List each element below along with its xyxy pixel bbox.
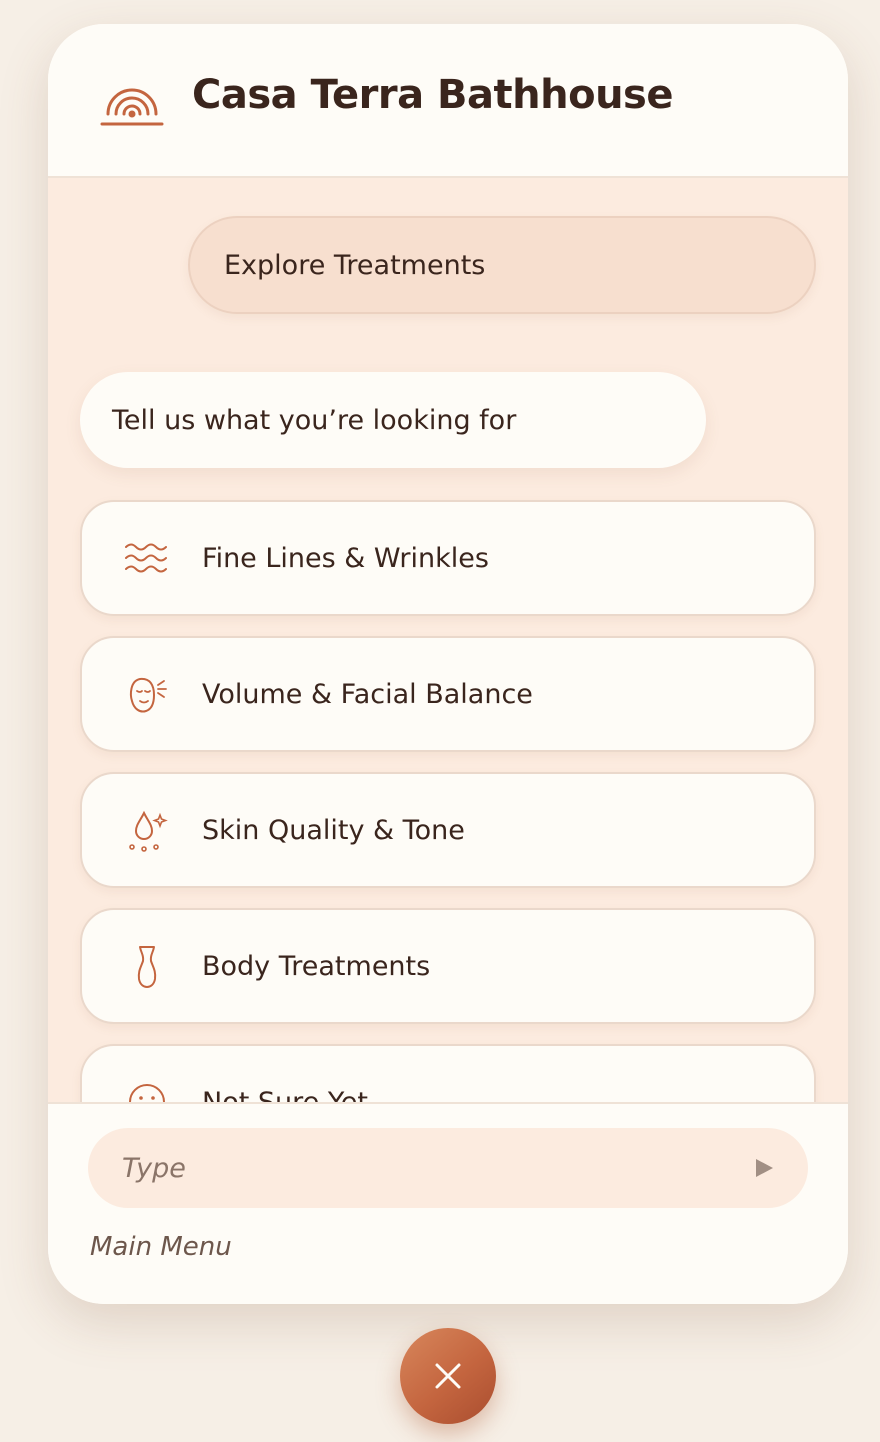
message-input[interactable]	[88, 1128, 728, 1208]
option-body-treatments[interactable]: Body Treatments	[80, 908, 816, 1024]
option-label: Skin Quality & Tone	[202, 814, 465, 846]
bot-message-text: Tell us what you’re looking for	[112, 404, 517, 436]
option-label: Volume & Facial Balance	[202, 678, 533, 710]
body-silhouette-icon	[137, 946, 157, 988]
option-not-sure-yet[interactable]: Not Sure Yet	[80, 1044, 816, 1102]
chat-widget: Casa Terra Bathhouse Explore Treatments …	[48, 24, 848, 1304]
close-icon	[435, 1363, 461, 1389]
face-icon	[130, 677, 167, 713]
send-button[interactable]	[748, 1152, 780, 1184]
option-label: Not Sure Yet	[202, 1086, 368, 1103]
message-composer	[88, 1128, 808, 1208]
waves-icon	[125, 543, 167, 573]
chat-header: Casa Terra Bathhouse	[48, 24, 848, 178]
option-label: Fine Lines & Wrinkles	[202, 542, 489, 574]
chat-footer: Main Menu	[48, 1102, 848, 1304]
option-label: Body Treatments	[202, 950, 431, 982]
main-menu-link[interactable]: Main Menu	[90, 1232, 232, 1262]
header-title: Casa Terra Bathhouse	[192, 72, 674, 118]
option-volume-facial-balance[interactable]: Volume & Facial Balance	[80, 636, 816, 752]
unsure-face-icon	[129, 1084, 165, 1102]
user-message-text: Explore Treatments	[224, 249, 486, 281]
sunrise-arch-icon	[100, 88, 164, 126]
option-fine-lines[interactable]: Fine Lines & Wrinkles	[80, 500, 816, 616]
option-skin-quality-tone[interactable]: Skin Quality & Tone	[80, 772, 816, 888]
user-message-bubble: Explore Treatments	[188, 216, 816, 314]
chat-messages[interactable]: Explore Treatments Tell us what you’re l…	[48, 178, 848, 1102]
bot-message-bubble: Tell us what you’re looking for	[80, 372, 706, 468]
close-chat-button[interactable]	[400, 1328, 496, 1424]
send-triangle-icon	[756, 1159, 773, 1177]
droplet-sparkle-icon	[129, 810, 168, 852]
